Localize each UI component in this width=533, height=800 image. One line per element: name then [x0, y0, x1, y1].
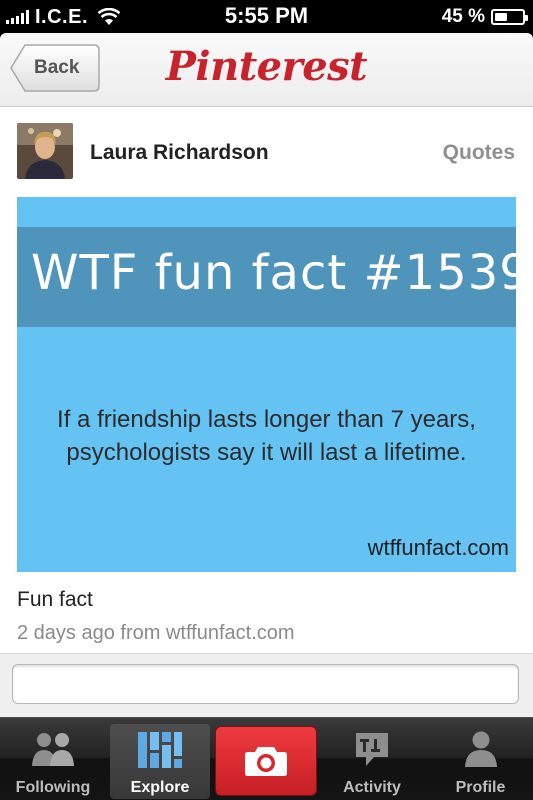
pin-detail: Laura Richardson Quotes WTF fun fact #15…	[0, 107, 533, 717]
pin-banner: WTF fun fact #1539	[17, 227, 516, 327]
pinterest-logo: Pinterest	[165, 43, 368, 90]
nav-header: Back Pinterest	[0, 33, 533, 107]
pinner-name[interactable]: Laura Richardson	[90, 141, 269, 165]
pin-image-site: wtffunfact.com	[367, 535, 509, 560]
comment-bar	[0, 654, 533, 717]
pin-image-text: If a friendship lasts longer than 7 year…	[17, 403, 516, 469]
tab-label: Explore	[130, 779, 190, 796]
pin-image[interactable]: WTF fun fact #1539 If a friendship lasts…	[17, 197, 516, 572]
status-bar: I.C.E. 5:55 PM 45 %	[0, 0, 533, 33]
comment-input[interactable]	[12, 664, 519, 704]
activity-icon	[356, 733, 388, 766]
tab-activity[interactable]: Activity	[320, 718, 424, 800]
avatar-photo	[17, 123, 73, 179]
tab-label: Activity	[343, 779, 401, 796]
camera-icon	[245, 747, 287, 776]
battery-group: 45 %	[441, 5, 528, 29]
battery-percent: 45 %	[441, 6, 485, 27]
people-icon	[32, 733, 74, 766]
grid-icon	[138, 732, 182, 768]
pin-fact-line: psychologists say it will last a lifetim…	[66, 439, 467, 466]
pin-source[interactable]: 2 days ago from wtffunfact.com	[17, 622, 295, 645]
tab-following[interactable]: Following	[0, 718, 106, 800]
pin-description: Fun fact	[17, 588, 93, 611]
pin-image-title: WTF fun fact #1539	[31, 245, 516, 301]
battery-level	[495, 13, 507, 21]
user-avatar[interactable]	[17, 123, 73, 179]
board-name[interactable]: Quotes	[443, 141, 515, 165]
tab-bar: Following Explore Activity Profile	[0, 717, 533, 800]
add-pin-camera-button[interactable]	[215, 726, 317, 796]
person-icon	[464, 731, 497, 767]
tab-profile[interactable]: Profile	[428, 718, 533, 800]
battery-icon	[491, 9, 528, 25]
pin-fact-line: If a friendship lasts longer than 7 year…	[57, 406, 476, 433]
tab-label: Profile	[455, 779, 506, 796]
tab-explore[interactable]: Explore	[110, 724, 210, 799]
tab-label: Following	[15, 779, 91, 796]
